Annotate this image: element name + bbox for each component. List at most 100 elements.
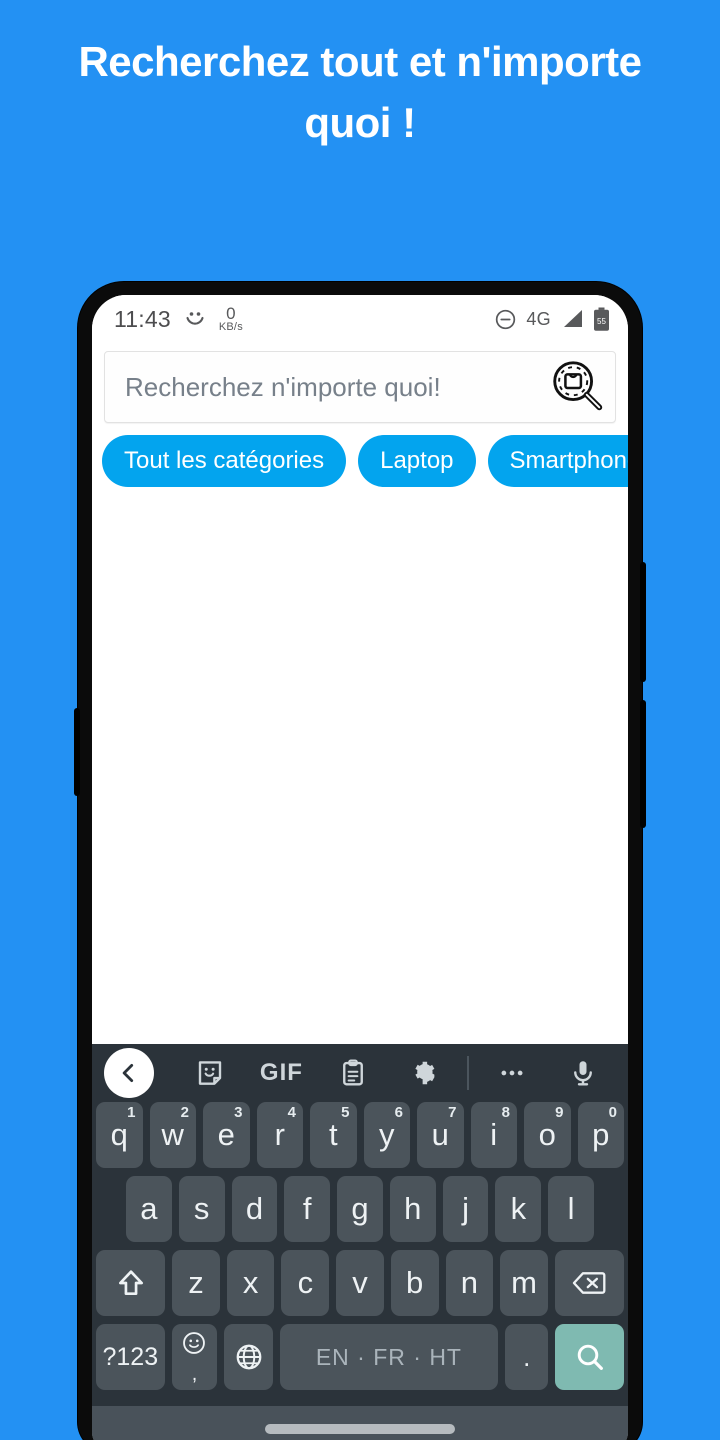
backspace-icon[interactable]: [554, 1250, 624, 1316]
keyboard-toolbar: GIF: [92, 1044, 628, 1102]
keyboard-rows: 1q 2w 3e 4r 5t 6y 7u 8i 9o 0p a s d f g …: [92, 1102, 628, 1406]
network-speed-value: 0: [226, 304, 236, 323]
key-e-sup: 3: [234, 1104, 243, 1121]
key-y-sup: 6: [394, 1104, 403, 1121]
key-numeric-mode[interactable]: ?123: [96, 1324, 165, 1390]
status-bar-left: 11:43 0 KB/s: [114, 305, 243, 333]
network-speed: 0 KB/s: [219, 305, 243, 333]
key-p-sup: 0: [608, 1104, 617, 1121]
toolbar-divider: [466, 1056, 469, 1090]
clipboard-icon[interactable]: [326, 1046, 380, 1100]
key-v[interactable]: v: [336, 1250, 384, 1316]
key-spacebar[interactable]: EN · FR · HT: [279, 1324, 499, 1390]
search-input[interactable]: Recherchez n'importe quoi!: [104, 351, 616, 423]
key-u-sup: 7: [448, 1104, 457, 1121]
network-type: 4G: [526, 308, 551, 329]
search-section: Recherchez n'importe quoi!: [92, 343, 628, 423]
key-e-label: e: [217, 1117, 235, 1152]
key-p[interactable]: 0p: [577, 1102, 624, 1168]
battery-icon: 55: [593, 307, 610, 332]
chip-all-categories[interactable]: Tout les catégories: [102, 435, 347, 487]
key-l[interactable]: l: [548, 1176, 595, 1242]
results-area: [92, 498, 628, 1044]
key-y[interactable]: 6y: [363, 1102, 410, 1168]
key-n[interactable]: n: [445, 1250, 494, 1316]
key-t-label: t: [328, 1117, 338, 1152]
key-t-sup: 5: [341, 1104, 350, 1121]
key-b[interactable]: b: [390, 1250, 439, 1316]
smiley-icon: [183, 307, 207, 331]
navigation-bar: [92, 1406, 628, 1440]
signal-bars-icon: [560, 308, 584, 330]
key-i-label: i: [490, 1117, 498, 1152]
search-icon: [574, 1341, 606, 1373]
key-i[interactable]: 8i: [470, 1102, 517, 1168]
key-comma-label: ,: [191, 1363, 198, 1385]
gear-icon[interactable]: [397, 1046, 451, 1100]
keyboard-row-1: 1q 2w 3e 4r 5t 6y 7u 8i 9o 0p: [96, 1102, 624, 1168]
home-indicator[interactable]: [265, 1424, 455, 1434]
key-period[interactable]: .: [505, 1324, 549, 1390]
phone-volume-button[interactable]: [640, 562, 646, 682]
key-q-sup: 1: [127, 1104, 136, 1121]
minus-circle-icon: [494, 308, 517, 331]
key-z[interactable]: z: [172, 1250, 220, 1316]
emoji-smiley-icon: [181, 1330, 207, 1356]
magnifier-shopping-bag-icon[interactable]: [547, 356, 609, 418]
key-r[interactable]: 4r: [256, 1102, 303, 1168]
phone-left-button[interactable]: [74, 708, 80, 796]
key-y-label: y: [379, 1117, 395, 1152]
key-q[interactable]: 1q: [96, 1102, 143, 1168]
category-chip-list[interactable]: Tout les catégories Laptop Smartphone V: [92, 423, 628, 499]
network-speed-unit: KB/s: [218, 321, 243, 333]
key-r-label: r: [274, 1117, 285, 1152]
chip-smartphone[interactable]: Smartphone: [487, 435, 628, 487]
key-search-enter[interactable]: [555, 1324, 624, 1390]
key-c[interactable]: c: [281, 1250, 330, 1316]
key-u-label: u: [431, 1117, 449, 1152]
chip-laptop[interactable]: Laptop: [358, 435, 476, 487]
key-t[interactable]: 5t: [310, 1102, 357, 1168]
key-emoji-comma[interactable]: ,: [171, 1324, 218, 1390]
key-k[interactable]: k: [495, 1176, 542, 1242]
key-g[interactable]: g: [337, 1176, 383, 1242]
shift-arrow-icon[interactable]: [96, 1250, 166, 1316]
key-w-sup: 2: [180, 1104, 189, 1121]
more-dots-icon[interactable]: [485, 1046, 539, 1100]
key-x[interactable]: x: [226, 1250, 275, 1316]
gif-icon[interactable]: GIF: [254, 1046, 308, 1100]
key-h[interactable]: h: [389, 1176, 436, 1242]
key-d[interactable]: d: [231, 1176, 278, 1242]
keyboard: GIF 1 q 2 w 3 e 4 r 5 t 6 y 7 u 8 i 9 o …: [92, 1044, 628, 1440]
keyboard-row-2: a s d f g h j k l: [96, 1176, 624, 1242]
key-o[interactable]: 9o: [524, 1102, 571, 1168]
key-q-label: q: [110, 1117, 128, 1152]
page-title: Recherchez tout et n'importe quoi !: [0, 32, 720, 154]
svg-text:55: 55: [597, 317, 606, 326]
key-u[interactable]: 7u: [417, 1102, 464, 1168]
key-j[interactable]: j: [442, 1176, 489, 1242]
key-w-label: w: [161, 1117, 184, 1152]
phone-power-button[interactable]: [640, 700, 646, 828]
keyboard-row-4: ?123 , EN · FR · HT .: [96, 1324, 624, 1390]
search-placeholder: Recherchez n'importe quoi!: [125, 371, 441, 402]
microphone-icon[interactable]: [556, 1046, 610, 1100]
key-o-sup: 9: [555, 1104, 564, 1121]
phone-screen: 11:43 0 KB/s 4G 55 Recherchez n'importe …: [92, 295, 628, 1440]
key-r-sup: 4: [287, 1104, 296, 1121]
phone-mockup: 11:43 0 KB/s 4G 55 Recherchez n'importe …: [74, 282, 646, 1440]
key-e[interactable]: 3e: [203, 1102, 250, 1168]
key-p-label: p: [592, 1117, 610, 1152]
key-i-sup: 8: [501, 1104, 510, 1121]
sticker-icon[interactable]: [183, 1046, 237, 1100]
key-f[interactable]: f: [284, 1176, 331, 1242]
status-time: 11:43: [114, 305, 171, 332]
globe-icon[interactable]: [224, 1324, 273, 1390]
key-w[interactable]: 2w: [149, 1102, 196, 1168]
key-s[interactable]: s: [178, 1176, 225, 1242]
key-m[interactable]: m: [500, 1250, 548, 1316]
back-chevron-icon[interactable]: [104, 1048, 154, 1098]
keyboard-row-3: z x c v b n m: [96, 1250, 624, 1316]
key-a[interactable]: a: [125, 1176, 172, 1242]
status-bar-right: 4G 55: [494, 307, 610, 332]
